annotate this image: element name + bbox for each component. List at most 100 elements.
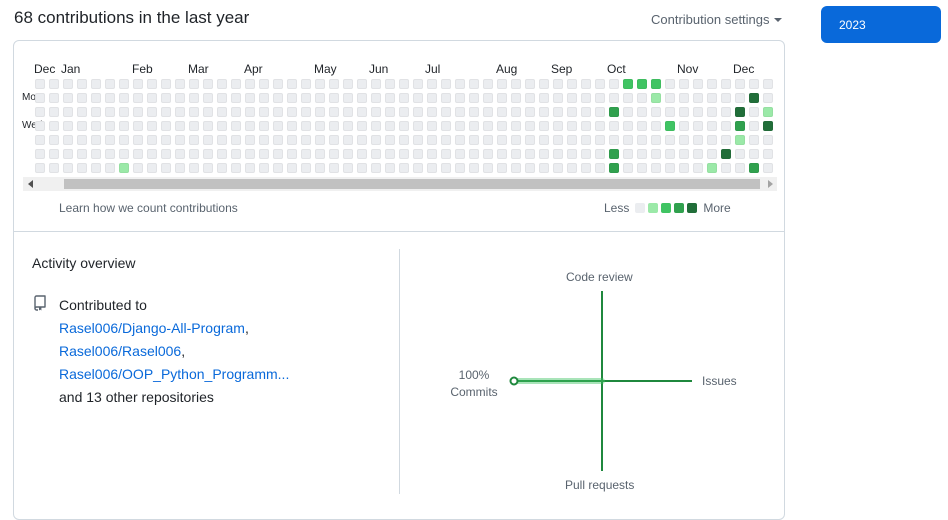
contribution-day-cell[interactable] bbox=[357, 135, 367, 145]
contribution-day-cell[interactable] bbox=[245, 149, 255, 159]
contribution-day-cell[interactable] bbox=[217, 121, 227, 131]
contribution-day-cell[interactable] bbox=[49, 163, 59, 173]
contribution-day-cell[interactable] bbox=[35, 93, 45, 103]
contribution-day-cell[interactable] bbox=[483, 149, 493, 159]
contribution-day-cell[interactable] bbox=[91, 149, 101, 159]
contribution-day-cell[interactable] bbox=[539, 79, 549, 89]
contribution-day-cell[interactable] bbox=[581, 149, 591, 159]
contribution-day-cell[interactable] bbox=[483, 135, 493, 145]
contribution-day-cell[interactable] bbox=[651, 107, 661, 117]
contribution-day-cell[interactable] bbox=[343, 93, 353, 103]
contribution-day-cell[interactable] bbox=[245, 121, 255, 131]
contribution-day-cell[interactable] bbox=[707, 79, 717, 89]
contribution-day-cell[interactable] bbox=[161, 135, 171, 145]
contribution-day-cell[interactable] bbox=[581, 79, 591, 89]
contribution-day-cell[interactable] bbox=[63, 163, 73, 173]
contribution-day-cell[interactable] bbox=[357, 93, 367, 103]
contribution-day-cell[interactable] bbox=[35, 163, 45, 173]
contribution-day-cell[interactable] bbox=[595, 107, 605, 117]
repo-link-django-all-program[interactable]: Rasel006/Django-All-Program bbox=[59, 320, 245, 336]
contribution-day-cell[interactable] bbox=[567, 121, 577, 131]
contribution-day-cell[interactable] bbox=[147, 93, 157, 103]
contribution-day-cell[interactable] bbox=[581, 135, 591, 145]
contribution-day-cell[interactable] bbox=[609, 107, 619, 117]
contribution-day-cell[interactable] bbox=[735, 149, 745, 159]
contribution-day-cell[interactable] bbox=[455, 149, 465, 159]
contribution-day-cell[interactable] bbox=[567, 79, 577, 89]
contribution-day-cell[interactable] bbox=[203, 149, 213, 159]
contribution-day-cell[interactable] bbox=[497, 121, 507, 131]
scroll-left-arrow-icon[interactable] bbox=[23, 177, 37, 191]
contribution-day-cell[interactable] bbox=[651, 163, 661, 173]
contribution-day-cell[interactable] bbox=[175, 163, 185, 173]
contribution-day-cell[interactable] bbox=[329, 107, 339, 117]
contribution-day-cell[interactable] bbox=[287, 121, 297, 131]
contribution-day-cell[interactable] bbox=[567, 135, 577, 145]
contribution-day-cell[interactable] bbox=[735, 135, 745, 145]
contribution-day-cell[interactable] bbox=[273, 93, 283, 103]
contribution-day-cell[interactable] bbox=[511, 79, 521, 89]
contribution-day-cell[interactable] bbox=[399, 79, 409, 89]
contribution-day-cell[interactable] bbox=[441, 107, 451, 117]
contribution-day-cell[interactable] bbox=[385, 93, 395, 103]
year-button-selected[interactable]: 2023 bbox=[821, 6, 941, 43]
contribution-day-cell[interactable] bbox=[77, 79, 87, 89]
contribution-day-cell[interactable] bbox=[763, 121, 773, 131]
contribution-day-cell[interactable] bbox=[455, 107, 465, 117]
contribution-day-cell[interactable] bbox=[245, 93, 255, 103]
contribution-day-cell[interactable] bbox=[595, 79, 605, 89]
contribution-day-cell[interactable] bbox=[581, 93, 591, 103]
contribution-day-cell[interactable] bbox=[273, 149, 283, 159]
contribution-day-cell[interactable] bbox=[623, 79, 633, 89]
contribution-day-cell[interactable] bbox=[301, 107, 311, 117]
contribution-day-cell[interactable] bbox=[511, 93, 521, 103]
contribution-day-cell[interactable] bbox=[707, 107, 717, 117]
contribution-day-cell[interactable] bbox=[413, 149, 423, 159]
contribution-day-cell[interactable] bbox=[763, 79, 773, 89]
contribution-day-cell[interactable] bbox=[721, 79, 731, 89]
contribution-day-cell[interactable] bbox=[35, 107, 45, 117]
contribution-day-cell[interactable] bbox=[231, 149, 241, 159]
contribution-day-cell[interactable] bbox=[553, 121, 563, 131]
contribution-day-cell[interactable] bbox=[91, 79, 101, 89]
contribution-day-cell[interactable] bbox=[441, 149, 451, 159]
contribution-day-cell[interactable] bbox=[637, 135, 647, 145]
contribution-day-cell[interactable] bbox=[259, 149, 269, 159]
contribution-day-cell[interactable] bbox=[399, 135, 409, 145]
contribution-day-cell[interactable] bbox=[287, 163, 297, 173]
contribution-day-cell[interactable] bbox=[189, 93, 199, 103]
contribution-day-cell[interactable] bbox=[525, 121, 535, 131]
contribution-day-cell[interactable] bbox=[133, 135, 143, 145]
contribution-day-cell[interactable] bbox=[553, 79, 563, 89]
contribution-day-cell[interactable] bbox=[679, 163, 689, 173]
contribution-day-cell[interactable] bbox=[637, 163, 647, 173]
contribution-day-cell[interactable] bbox=[623, 121, 633, 131]
contribution-day-cell[interactable] bbox=[679, 93, 689, 103]
contribution-day-cell[interactable] bbox=[343, 149, 353, 159]
contribution-day-cell[interactable] bbox=[161, 149, 171, 159]
contribution-day-cell[interactable] bbox=[203, 135, 213, 145]
contribution-day-cell[interactable] bbox=[161, 79, 171, 89]
contribution-day-cell[interactable] bbox=[413, 135, 423, 145]
contribution-day-cell[interactable] bbox=[91, 135, 101, 145]
contribution-day-cell[interactable] bbox=[259, 107, 269, 117]
contribution-day-cell[interactable] bbox=[665, 149, 675, 159]
contribution-day-cell[interactable] bbox=[371, 79, 381, 89]
contribution-day-cell[interactable] bbox=[217, 107, 227, 117]
contribution-day-cell[interactable] bbox=[49, 135, 59, 145]
contribution-day-cell[interactable] bbox=[511, 135, 521, 145]
contribution-day-cell[interactable] bbox=[385, 79, 395, 89]
contribution-day-cell[interactable] bbox=[553, 93, 563, 103]
contribution-day-cell[interactable] bbox=[721, 149, 731, 159]
contribution-day-cell[interactable] bbox=[147, 163, 157, 173]
contribution-day-cell[interactable] bbox=[343, 121, 353, 131]
contribution-day-cell[interactable] bbox=[133, 93, 143, 103]
contribution-day-cell[interactable] bbox=[371, 121, 381, 131]
contribution-day-cell[interactable] bbox=[343, 135, 353, 145]
contribution-day-cell[interactable] bbox=[469, 93, 479, 103]
contribution-day-cell[interactable] bbox=[357, 121, 367, 131]
contribution-day-cell[interactable] bbox=[147, 107, 157, 117]
contribution-day-cell[interactable] bbox=[287, 135, 297, 145]
contribution-day-cell[interactable] bbox=[413, 79, 423, 89]
contribution-day-cell[interactable] bbox=[427, 121, 437, 131]
